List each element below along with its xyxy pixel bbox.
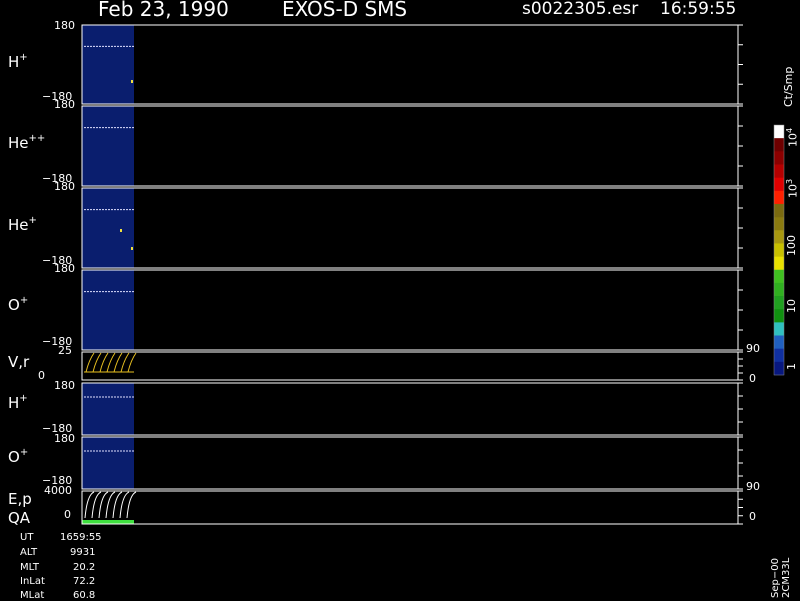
panel-label-o-plus-2: O+ [8,447,29,466]
colorbar-segment [774,322,784,336]
colorbar-segment [774,269,784,284]
data-region-h-plus-1 [82,25,134,104]
panel-label-h-plus-1: H+ [8,52,28,71]
colorbar-label-10000: 104 [785,127,800,147]
colorbar-segment [774,282,784,297]
axis-rmin-vr: 0 [749,372,756,385]
footer-credit: Sep−00 2CM33L [770,557,792,598]
colorbar-segment [774,296,784,310]
colorbar-segment [774,348,784,363]
footer-alt-label: ALT [20,547,38,558]
footer-alt-value: 9931 [70,547,96,558]
panel-label-vr: V,r [8,353,30,371]
axis-ymax-h-plus-2: 180 [54,379,75,392]
colorbar-segment [774,138,784,152]
data-region-he-plus-plus [82,106,134,186]
axis-ymax-ep: 4000 [44,484,72,497]
plot-canvas [81,24,785,525]
axis-rmax-vr: 90 [746,342,760,355]
colorbar-segment [774,125,784,139]
colorbar-segment [774,190,784,205]
panel-label-ep: E,p [8,490,32,508]
data-speck [131,80,133,83]
colorbar-unit: Ct/Smp [782,66,795,107]
axis-rmax-ep: 90 [746,480,760,493]
data-speck [131,247,133,250]
axis-ymax-he-plus: 180 [54,180,75,193]
panel-label-h-plus-2: H+ [8,393,28,412]
colorbar-label-100: 100 [785,235,798,256]
colorbar-segment [774,164,784,178]
colorbar-segment [774,203,784,218]
panel-label-qa: QA [8,509,31,527]
data-region-h-plus-2 [82,383,134,435]
colorbar-segment [774,177,784,192]
panel-label-he-plus-plus: He++ [8,133,46,152]
colorbar-label-1: 1 [785,363,798,370]
qa-bar [82,520,134,524]
data-region-he-plus [82,188,134,268]
axis-ymin-vr: 0 [38,369,45,382]
panel-frame-vr [81,351,739,381]
footer-mlt-value: 20.2 [73,562,96,573]
colorbar-segment [774,151,784,165]
panel-frame-h-plus-1 [81,24,739,105]
panel-label-he-plus: He+ [8,215,37,234]
panel-frame-o-plus-1 [81,269,739,351]
footer-inlat-value: 72.2 [73,576,96,587]
colorbar-label-1000: 103 [785,178,800,198]
panel-frame-ep [81,490,739,525]
axis-ymax-o-plus-2: 180 [54,432,75,445]
axis-ymin-ep: 0 [64,508,71,521]
colorbar-segment [774,217,784,231]
axis-ymax-he-plus-plus: 180 [54,98,75,111]
data-region-o-plus-2 [82,437,134,489]
panel-label-o-plus-1: O+ [8,295,29,314]
colorbar-segment [774,361,784,376]
panel-frame-he-plus [81,187,739,269]
colorbar-segment [774,256,784,271]
footer-mlt-label: MLT [20,562,39,573]
data-speck [120,229,122,232]
footer-ut-value: 1659:55 [60,532,102,543]
panel-frame-o-plus-2 [81,436,739,490]
footer-inlat-label: InLat [20,576,45,587]
colorbar-segment [774,335,784,349]
axis-ymax-vr: 25 [58,344,72,357]
axis-ymax-h-plus-1: 180 [54,19,75,32]
colorbar-segment [774,230,784,244]
axis-rmin-ep: 0 [749,510,756,523]
panel-frame-he-plus-plus [81,105,739,187]
colorbar-label-10: 10 [785,299,798,313]
data-region-o-plus-1 [82,270,134,350]
colorbar-segment [774,243,784,257]
colorbar-segment [774,309,784,323]
footer-ut-label: UT [20,532,34,543]
axis-ymax-o-plus-1: 180 [54,262,75,275]
panel-frame-h-plus-2 [81,382,739,436]
data-region-vr [82,352,134,380]
